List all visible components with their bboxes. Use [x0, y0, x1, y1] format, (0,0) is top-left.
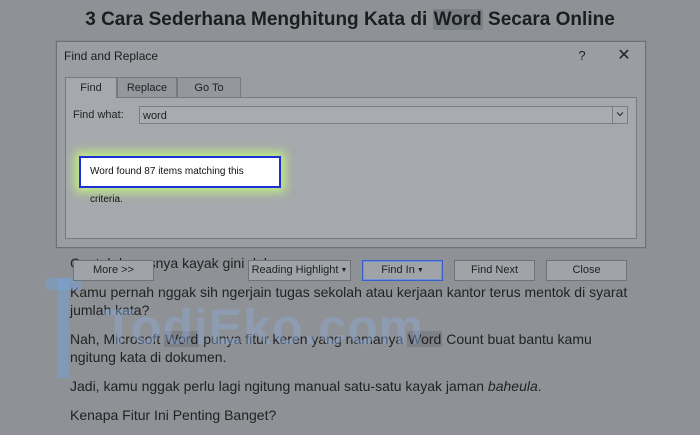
p4-emphasis: baheula — [487, 378, 538, 394]
article-title: 3 Cara Sederhana Menghitung Kata di Word… — [0, 9, 700, 31]
reading-highlight-label: Reading Highlight — [251, 264, 339, 276]
article-paragraph-2: Kamu pernah nggak sih ngerjain tugas sek… — [70, 284, 628, 318]
tab-replace[interactable]: Replace — [117, 77, 177, 97]
article-paragraph-4: Jadi, kamu nggak perlu lagi ngitung manu… — [70, 377, 630, 395]
article-title-text-end: Secara Online — [482, 9, 615, 30]
p3-highlight-1: Word — [164, 331, 200, 347]
more-button[interactable]: More >> — [73, 260, 154, 281]
p4-text-a: Jadi, kamu nggak perlu lagi ngitung manu… — [70, 378, 488, 394]
p3-highlight-2: Word — [407, 331, 443, 347]
p3-text-a: Nah, Microsoft — [70, 331, 165, 347]
dialog-title: Find and Replace — [64, 49, 159, 63]
find-next-button[interactable]: Find Next — [454, 260, 535, 281]
find-in-label: Find In — [381, 264, 415, 276]
reading-highlight-button[interactable]: Reading Highlight ▼ — [248, 260, 351, 281]
find-what-input[interactable]: word — [139, 106, 615, 124]
article-body: Contoh kasusnya kayak gini deh… Kamu per… — [70, 254, 630, 435]
close-button[interactable]: Close — [546, 260, 627, 281]
p3-text-b: punya fitur keren yang namanya — [199, 331, 408, 347]
caret-down-icon: ▼ — [340, 267, 348, 274]
result-message: Word found 87 items matching this criter… — [79, 156, 281, 205]
caret-down-icon: ▼ — [416, 267, 424, 274]
find-history-dropdown[interactable] — [612, 106, 628, 124]
article-title-text-start: 3 Cara Sederhana Menghitung Kata di — [85, 9, 433, 30]
help-button[interactable]: ? — [573, 46, 591, 66]
chevron-down-icon — [616, 112, 624, 117]
article-subheading: Kenapa Fitur Ini Penting Banget? — [70, 407, 277, 423]
tab-find[interactable]: Find — [65, 77, 117, 98]
article-title-highlighted-word: Word — [432, 9, 483, 30]
article-paragraph-3: Nah, Microsoft Word punya fitur keren ya… — [70, 330, 630, 366]
find-replace-dialog: Find and Replace ? ✕ Find Replace Go To … — [56, 41, 646, 281]
p4-text-b: . — [537, 378, 542, 394]
close-icon[interactable]: ✕ — [613, 45, 635, 67]
tab-go-to[interactable]: Go To — [177, 77, 241, 97]
dialog-titlebar[interactable]: Find and Replace ? ✕ — [57, 42, 645, 70]
find-what-label: Find what: — [73, 109, 124, 121]
find-in-button[interactable]: Find In ▼ — [362, 260, 443, 281]
